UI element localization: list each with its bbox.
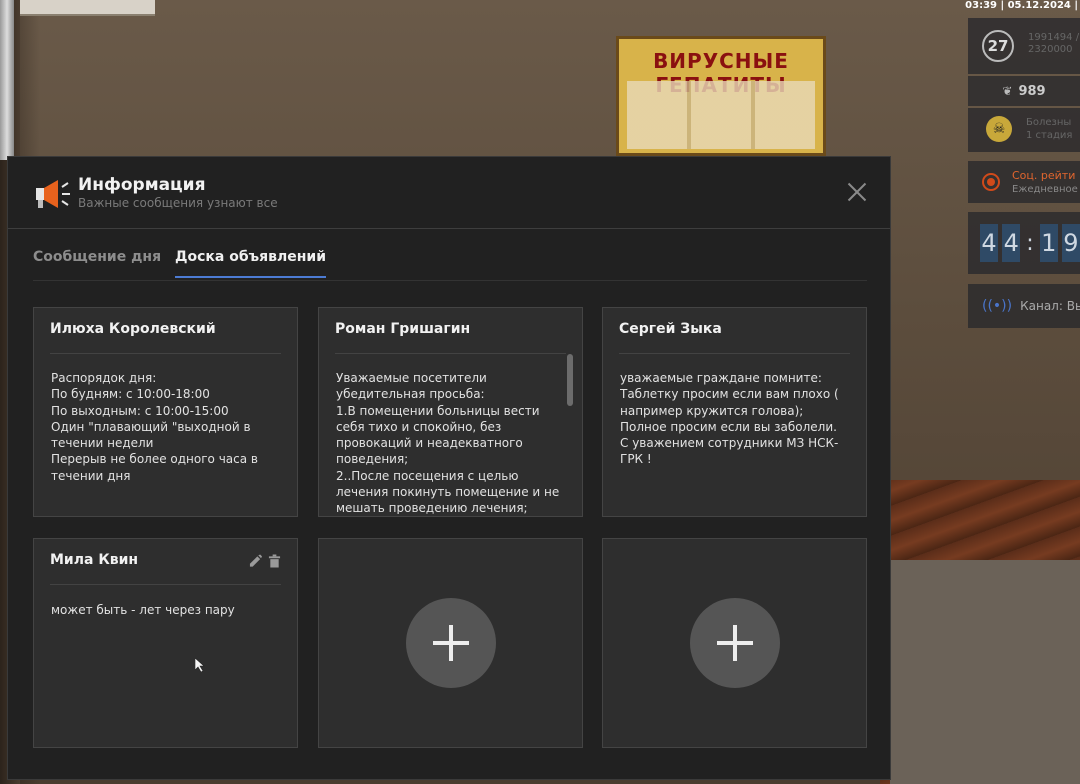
card-divider	[335, 353, 566, 354]
disease-stage: 1 стадия	[1026, 130, 1073, 141]
timer-digit: 4	[980, 224, 999, 262]
card-author: Сергей Зыка	[619, 321, 722, 337]
card-author: Илюха Королевский	[50, 321, 216, 337]
megaphone-icon	[36, 180, 70, 208]
announcement-card: Сергей Зыка уважаемые граждане помните: …	[602, 307, 867, 517]
card-message: уважаемые граждане помните: Таблетку про…	[620, 371, 839, 467]
plus-icon[interactable]	[689, 598, 780, 688]
hud-money-panel: ❦ 989	[968, 76, 1080, 106]
mouse-cursor-icon	[195, 658, 205, 672]
card-message: может быть - лет через пару	[51, 603, 235, 617]
disease-status: Болезны 1 стадия	[1026, 116, 1072, 142]
pencil-icon[interactable]	[249, 554, 262, 568]
card-message[interactable]: Уважаемые посетители убедительная просьб…	[336, 370, 562, 514]
hud-level-panel: 27 1991494 / 2320000	[968, 18, 1080, 74]
add-announcement-card[interactable]	[318, 538, 583, 748]
announcement-card-own: Мила Квин может быть - лет через пару	[33, 538, 298, 748]
card-divider	[50, 353, 281, 354]
card-divider	[50, 584, 281, 585]
card-author: Мила Квин	[50, 552, 139, 568]
close-icon[interactable]	[842, 177, 872, 207]
money-value: 989	[1018, 83, 1046, 99]
card-divider	[619, 353, 850, 354]
card-scrollbar[interactable]	[567, 354, 573, 406]
hud-social-panel: Соц. рейти Ежедневное	[968, 161, 1080, 203]
announcement-card: Илюха Королевский Распорядок дня: По буд…	[33, 307, 298, 517]
level-badge: 27	[982, 30, 1014, 62]
wings-icon: ❦	[1002, 84, 1013, 98]
tab-bulletin-board[interactable]: Доска объявлений	[175, 249, 327, 278]
hud-channel-panel: ((•)) Канал: Вык	[968, 284, 1080, 328]
hud-timer-panel: 4 4 : 1 9	[968, 212, 1080, 274]
plus-icon[interactable]	[405, 598, 496, 688]
timer-separator: :	[1026, 230, 1034, 256]
social-rating-title: Соц. рейти	[1012, 169, 1076, 182]
trash-icon[interactable]	[268, 554, 281, 568]
background-pole	[0, 0, 14, 160]
background-shelf	[20, 0, 155, 16]
social-rating-icon	[982, 173, 1000, 191]
modal-subtitle: Важные сообщения узнают все	[78, 196, 278, 210]
background-corner	[890, 560, 1080, 784]
timer-digit: 4	[1002, 224, 1021, 262]
tab-bar: Сообщение дня Доска объявлений	[33, 229, 867, 281]
modal-title: Информация	[78, 175, 206, 195]
xp-current: 1991494 /	[1028, 32, 1080, 43]
announcement-card: Роман Гришагин Уважаемые посетители убед…	[318, 307, 583, 517]
poster-body	[627, 81, 815, 149]
tab-message-of-day[interactable]: Сообщение дня	[33, 249, 161, 277]
hud-disease-panel: ☠ Болезны 1 стадия	[968, 108, 1080, 152]
xp-target: 2320000	[1028, 44, 1073, 55]
add-announcement-card[interactable]	[602, 538, 867, 748]
modal-header: Информация Важные сообщения узнают все	[8, 157, 890, 229]
social-rating-sub: Ежедневное	[1012, 184, 1078, 195]
disease-label: Болезны	[1026, 117, 1072, 128]
wall-poster: ВИРУСНЫЕ ГЕПАТИТЫ	[616, 36, 826, 156]
level-xp: 1991494 / 2320000	[1028, 32, 1079, 56]
timer-digit: 1	[1039, 224, 1058, 262]
channel-label: Канал: Вык	[1020, 299, 1080, 313]
skull-icon: ☠	[986, 116, 1012, 142]
card-author: Роман Гришагин	[335, 321, 471, 337]
card-message: Распорядок дня: По будням: с 10:00-18:00…	[51, 371, 258, 483]
broadcast-icon: ((•))	[982, 298, 1013, 314]
social-rating: Соц. рейти Ежедневное	[1012, 169, 1078, 197]
timer-digit: 9	[1061, 224, 1080, 262]
card-actions	[249, 554, 281, 568]
hud-datetime: 03:39 | 05.12.2024 |	[965, 0, 1078, 11]
info-modal: Информация Важные сообщения узнают все С…	[7, 156, 891, 780]
